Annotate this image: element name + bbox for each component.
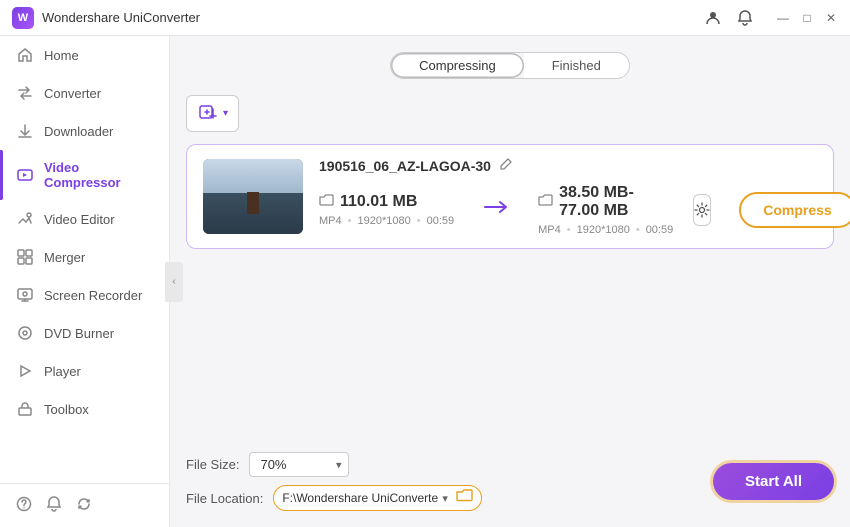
dest-size: 38.50 MB-77.00 MB xyxy=(559,184,673,220)
file-card: 190516_06_AZ-LAGOA-30 xyxy=(186,144,834,249)
refresh-icon[interactable] xyxy=(76,496,92,515)
sidebar-collapse-button[interactable]: ‹ xyxy=(165,262,183,302)
sidebar-item-downloader[interactable]: Downloader xyxy=(0,112,169,150)
sidebar-label-video-compressor: Video Compressor xyxy=(44,160,153,190)
user-icon[interactable] xyxy=(704,9,722,27)
maximize-button[interactable]: □ xyxy=(800,11,814,25)
dest-duration: 00:59 xyxy=(646,224,674,236)
start-all-button[interactable]: Start All xyxy=(713,463,834,500)
sidebar: Home Converter Downloader xyxy=(0,36,170,527)
dest-format: MP4 xyxy=(538,224,561,236)
source-meta: MP4 • 1920*1080 • 00:59 xyxy=(319,215,454,227)
filename: 190516_06_AZ-LAGOA-30 xyxy=(319,158,491,174)
content-area: Compressing Finished ▾ xyxy=(170,36,850,527)
window-controls: — □ ✕ xyxy=(776,11,838,25)
file-location-label: File Location: xyxy=(186,491,263,506)
source-size: 110.01 MB xyxy=(340,193,417,211)
sidebar-label-toolbox: Toolbox xyxy=(44,402,89,417)
file-size-select[interactable]: 70% 50% 30% Custom xyxy=(249,452,349,477)
main-layout: Home Converter Downloader xyxy=(0,36,850,527)
add-icon xyxy=(197,101,219,126)
source-resolution: 1920*1080 xyxy=(357,215,410,227)
add-dropdown-arrow: ▾ xyxy=(223,108,228,119)
sidebar-item-converter[interactable]: Converter xyxy=(0,74,169,112)
sidebar-label-screen-recorder: Screen Recorder xyxy=(44,288,142,303)
file-size-bottom-row: File Size: 70% 50% 30% Custom xyxy=(186,452,482,477)
file-details: 110.01 MB MP4 • 1920*1080 • 00:59 xyxy=(319,184,817,236)
file-name-row: 190516_06_AZ-LAGOA-30 xyxy=(319,157,817,174)
arrow-icon xyxy=(482,198,510,222)
source-folder-icon xyxy=(319,194,334,210)
video-editor-icon xyxy=(16,210,34,228)
dest-folder-icon xyxy=(538,194,553,210)
merger-icon xyxy=(16,248,34,266)
notification-bell-icon[interactable] xyxy=(736,9,754,27)
tab-group: Compressing Finished xyxy=(390,52,630,79)
file-size-label: File Size: xyxy=(186,457,239,472)
thumbnail-dock xyxy=(247,192,259,214)
sidebar-label-video-editor: Video Editor xyxy=(44,212,115,227)
bottom-bar: File Size: 70% 50% 30% Custom File Locat… xyxy=(186,440,834,511)
app-logo: W xyxy=(12,7,34,29)
file-thumbnail xyxy=(203,159,303,234)
dest-resolution: 1920*1080 xyxy=(577,224,630,236)
sidebar-item-merger[interactable]: Merger xyxy=(0,238,169,276)
file-info: 190516_06_AZ-LAGOA-30 xyxy=(319,157,817,236)
location-folder-icon[interactable] xyxy=(456,489,473,507)
screen-recorder-icon xyxy=(16,286,34,304)
toolbar: ▾ xyxy=(186,95,834,132)
converter-icon xyxy=(16,84,34,102)
source-format: MP4 xyxy=(319,215,342,227)
file-size-select-wrapper: 70% 50% 30% Custom xyxy=(249,452,349,477)
close-button[interactable]: ✕ xyxy=(824,11,838,25)
downloader-icon xyxy=(16,122,34,140)
file-location-row: File Location: F:\Wondershare UniConvert… xyxy=(186,485,482,511)
thumbnail-sky xyxy=(203,159,303,193)
sidebar-footer xyxy=(0,483,169,527)
edit-filename-icon[interactable] xyxy=(499,157,513,174)
app-title: Wondershare UniConverter xyxy=(42,10,200,25)
dvd-burner-icon xyxy=(16,324,34,342)
home-icon xyxy=(16,46,34,64)
sidebar-label-home: Home xyxy=(44,48,79,63)
dest-size-row: 38.50 MB-77.00 MB xyxy=(538,184,673,220)
location-select[interactable]: F:\Wondershare UniConverte xyxy=(282,491,438,505)
sidebar-item-toolbox[interactable]: Toolbox xyxy=(0,390,169,428)
file-source: 110.01 MB MP4 • 1920*1080 • 00:59 xyxy=(319,193,454,227)
location-dropdown-arrow: ▾ xyxy=(442,492,448,505)
title-bar-left: W Wondershare UniConverter xyxy=(12,7,200,29)
help-icon[interactable] xyxy=(16,496,32,515)
file-dest: 38.50 MB-77.00 MB MP4 • 1920*1080 • 00:5… xyxy=(538,184,673,236)
tab-finished[interactable]: Finished xyxy=(524,53,629,78)
sidebar-item-player[interactable]: Player xyxy=(0,352,169,390)
location-input-wrapper: F:\Wondershare UniConverte ▾ xyxy=(273,485,482,511)
sidebar-item-dvd-burner[interactable]: DVD Burner xyxy=(0,314,169,352)
add-files-button[interactable]: ▾ xyxy=(186,95,239,132)
minimize-button[interactable]: — xyxy=(776,11,790,25)
toolbox-icon xyxy=(16,400,34,418)
tab-compressing[interactable]: Compressing xyxy=(391,53,524,78)
sidebar-label-dvd-burner: DVD Burner xyxy=(44,326,114,341)
sidebar-label-merger: Merger xyxy=(44,250,85,265)
sidebar-label-converter: Converter xyxy=(44,86,101,101)
source-duration: 00:59 xyxy=(427,215,455,227)
bottom-left: File Size: 70% 50% 30% Custom File Locat… xyxy=(186,452,482,511)
bell-footer-icon[interactable] xyxy=(46,496,62,515)
player-icon xyxy=(16,362,34,380)
title-bar-controls: — □ ✕ xyxy=(704,9,838,27)
dest-meta: MP4 • 1920*1080 • 00:59 xyxy=(538,224,673,236)
sidebar-label-player: Player xyxy=(44,364,81,379)
sidebar-item-video-compressor[interactable]: Video Compressor xyxy=(0,150,169,200)
compress-button[interactable]: Compress xyxy=(739,192,850,228)
sidebar-item-screen-recorder[interactable]: Screen Recorder xyxy=(0,276,169,314)
settings-icon-button[interactable] xyxy=(693,194,711,226)
sidebar-label-downloader: Downloader xyxy=(44,124,113,139)
source-size-row: 110.01 MB xyxy=(319,193,454,211)
sidebar-item-home[interactable]: Home xyxy=(0,36,169,74)
tab-bar: Compressing Finished xyxy=(186,52,834,79)
sidebar-item-video-editor[interactable]: Video Editor xyxy=(0,200,169,238)
title-bar: W Wondershare UniConverter — □ ✕ xyxy=(0,0,850,36)
video-compressor-icon xyxy=(16,166,34,184)
